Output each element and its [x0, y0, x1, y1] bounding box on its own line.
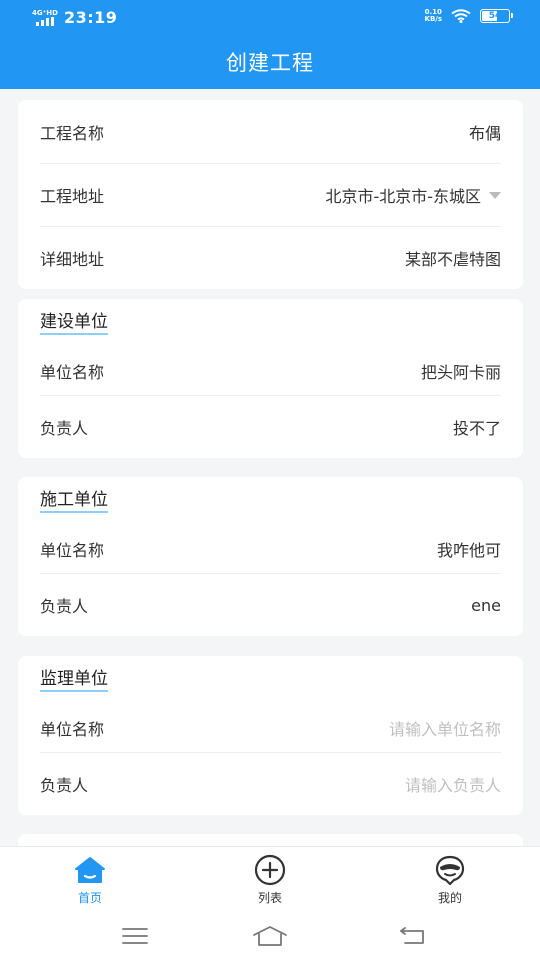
status-right: 0.10 KB/s 54 [425, 9, 513, 23]
supervision-unit-name-input[interactable]: 请输入单位名称 [389, 716, 501, 740]
person-label: 负责人 [40, 419, 89, 438]
person-label: 负责人 [40, 776, 89, 795]
back-nav-button[interactable] [392, 922, 432, 950]
project-address-label: 工程地址 [40, 187, 105, 206]
supervision-unit-title: 监理单位 [40, 669, 108, 692]
detail-address-input[interactable]: 某部不虐特图 [405, 246, 501, 270]
construction-unit-card: 建设单位 单位名称 把头阿卡丽 负责人 投不了 [18, 299, 523, 458]
home-icon [73, 855, 107, 885]
project-info-card: 工程名称 布偶 工程地址 北京市-北京市-东城区 详细地址 某部不虐特图 [18, 100, 523, 289]
status-time: 23:19 [64, 8, 118, 27]
page-title: 创建工程 [226, 50, 314, 75]
system-nav-bar [0, 914, 540, 960]
bottom-tab-bar: 首页 列表 我的 [0, 846, 540, 914]
face-icon [433, 855, 467, 886]
construction-unit-person-input[interactable]: 投不了 [453, 415, 501, 439]
project-name-row[interactable]: 工程名称 布偶 [40, 100, 501, 163]
battery-level: 54 [488, 11, 502, 21]
project-address-value: 北京市-北京市-东城区 [325, 187, 481, 206]
status-bar: 4G⁺HD 23:19 0.10 KB/s 54 [0, 0, 540, 34]
home-nav-button[interactable] [250, 922, 290, 950]
tab-mine[interactable]: 我的 [360, 847, 540, 914]
unit-name-label: 单位名称 [40, 541, 105, 560]
building-unit-name-row[interactable]: 单位名称 我咋他可 [40, 525, 501, 573]
building-unit-person-input[interactable]: ene [471, 596, 501, 615]
tab-mine-label: 我的 [437, 891, 462, 905]
supervision-unit-person-row[interactable]: 负责人 请输入负责人 [40, 752, 501, 815]
network-speed: 0.10 KB/s [425, 9, 442, 23]
project-address-select[interactable]: 北京市-北京市-东城区 [325, 183, 501, 207]
project-name-label: 工程名称 [40, 123, 105, 143]
supervision-unit-card: 监理单位 单位名称 请输入单位名称 负责人 请输入负责人 [18, 656, 523, 815]
network-type: 4G⁺HD [32, 8, 58, 17]
wifi-icon [451, 9, 471, 23]
construction-unit-person-row[interactable]: 负责人 投不了 [40, 395, 501, 458]
menu-nav-button[interactable] [115, 922, 155, 950]
status-left: 4G⁺HD 23:19 [32, 8, 117, 27]
plus-circle-icon [253, 854, 287, 886]
detail-address-label: 详细地址 [40, 250, 105, 269]
dropdown-caret-icon [489, 191, 501, 199]
project-name-input[interactable]: 布偶 [469, 120, 501, 144]
building-unit-name-input[interactable]: 我咋他可 [437, 537, 501, 561]
supervision-unit-person-input[interactable]: 请输入负责人 [405, 772, 501, 796]
battery-icon: 54 [480, 9, 513, 23]
tab-list-label: 列表 [257, 891, 282, 905]
supervision-unit-name-row[interactable]: 单位名称 请输入单位名称 [40, 704, 501, 752]
speed-unit: KB/s [424, 15, 442, 23]
construction-unit-name-row[interactable]: 单位名称 把头阿卡丽 [40, 347, 501, 395]
tab-home[interactable]: 首页 [0, 847, 180, 914]
construction-unit-title: 建设单位 [40, 312, 108, 335]
building-unit-card: 施工单位 单位名称 我咋他可 负责人 ene [18, 477, 523, 636]
building-unit-person-row[interactable]: 负责人 ene [40, 573, 501, 636]
menu-icon [122, 928, 148, 944]
construction-unit-name-input[interactable]: 把头阿卡丽 [421, 359, 501, 383]
detail-address-row[interactable]: 详细地址 某部不虐特图 [40, 226, 501, 289]
home-outline-icon [253, 926, 287, 946]
unit-name-label: 单位名称 [40, 363, 105, 382]
project-address-row[interactable]: 工程地址 北京市-北京市-东城区 [40, 163, 501, 226]
tab-home-label: 首页 [77, 891, 102, 905]
app-header: 创建工程 [0, 34, 540, 89]
unit-name-label: 单位名称 [40, 720, 105, 739]
signal-icon: 4G⁺HD [32, 8, 58, 26]
back-icon [400, 927, 424, 944]
person-label: 负责人 [40, 597, 89, 616]
tab-list[interactable]: 列表 [180, 847, 360, 914]
building-unit-title: 施工单位 [40, 490, 108, 513]
